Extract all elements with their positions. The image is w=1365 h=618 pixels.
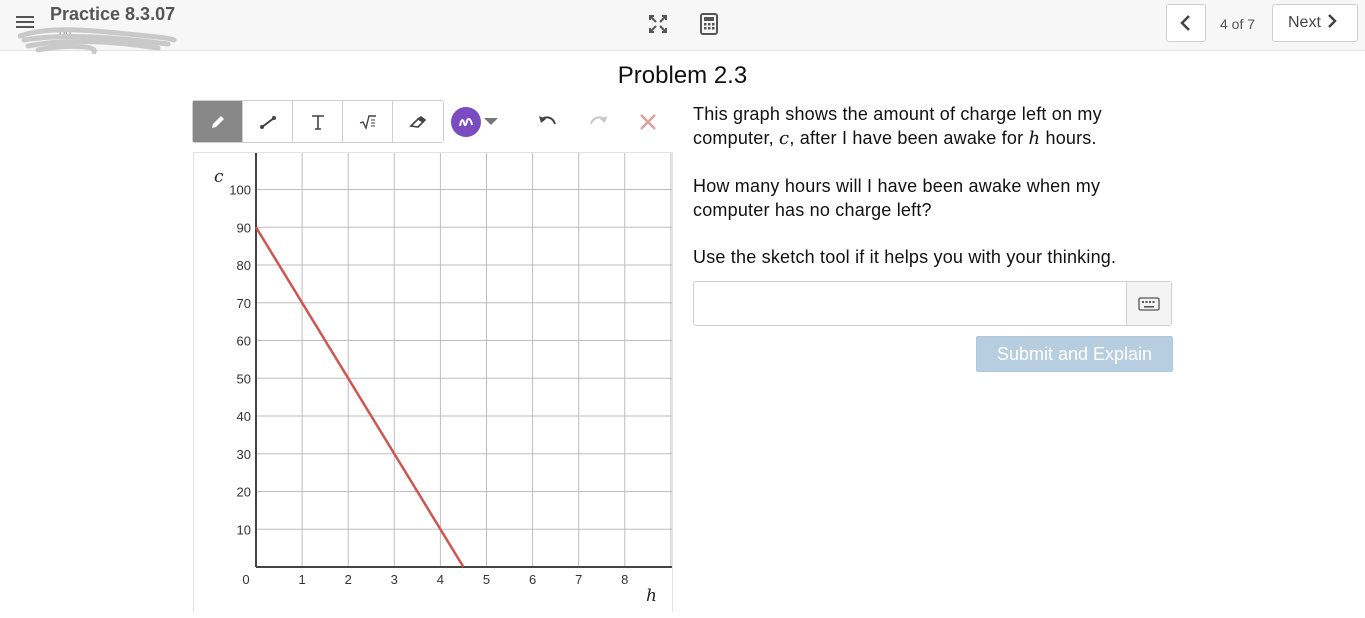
math-keyboard-button[interactable] [1126,282,1171,325]
clear-icon [640,114,656,130]
sketch-toolbar [192,100,444,143]
x-tick-label: 8 [621,572,628,587]
pencil-tool-button[interactable] [193,101,243,142]
question-text-part: hours. [1045,128,1097,148]
previous-button[interactable] [1166,4,1206,42]
answer-input[interactable] [694,282,1126,325]
graph-panel[interactable]: 0 1 2 3 4 5 6 7 8 10 20 30 40 50 60 70 80 90 100 c h [193,152,673,612]
color-dropdown-caret-icon[interactable] [484,118,498,125]
y-tick-label: 80 [237,258,251,273]
y-tick-label: 90 [237,220,251,235]
answer-field [693,281,1172,326]
redaction-scribble [18,27,177,54]
chevron-right-icon [1328,14,1338,28]
top-bar: Practice 8.3.07 ...on 4 of 7 Next [0,0,1365,54]
y-tick-label: 50 [237,371,251,386]
x-tick-label: 5 [483,572,490,587]
question-paragraph-1: This graph shows the amount of charge le… [693,102,1163,151]
x-tick-label: 6 [529,572,536,587]
page-counter: 4 of 7 [1220,16,1256,32]
math-tool-button[interactable] [343,101,393,142]
question-text: This graph shows the amount of charge le… [693,102,1163,292]
x-tick-label: 7 [575,572,582,587]
text-tool-button[interactable] [293,101,343,142]
next-button[interactable]: Next [1272,4,1358,42]
x-axis-label: h [646,586,657,606]
line-icon [259,115,276,129]
x-tick-label: 0 [242,572,249,587]
activity-title: Practice 8.3.07 [50,4,176,24]
keyboard-icon [1138,296,1160,311]
y-tick-label: 30 [237,447,251,462]
question-text-part: , after I have been awake for [789,128,1024,148]
eraser-icon [409,115,427,128]
next-label: Next [1288,14,1321,31]
redo-icon [590,116,607,125]
undo-icon[interactable] [536,110,560,134]
y-tick-label: 20 [237,485,251,500]
pencil-icon [211,115,224,128]
x-tick-label: 1 [298,572,305,587]
eraser-tool-button[interactable] [393,101,443,142]
x-tick-label: 3 [391,572,398,587]
problem-title: Problem 2.3 [617,62,748,89]
expand-icon[interactable] [647,12,669,36]
line-tool-button[interactable] [243,101,293,142]
x-tick-label: 2 [345,572,352,587]
math-icon [359,114,376,130]
y-tick-label: 70 [237,296,251,311]
y-axis-label: c [214,167,224,187]
y-tick-label: 10 [237,522,251,537]
y-tick-label: 40 [237,409,251,424]
text-icon [311,114,324,130]
question-paragraph-2: How many hours will I have been awake wh… [693,176,1101,220]
chevron-left-icon [1180,15,1190,31]
pen-color-button[interactable] [451,107,481,137]
calculator-icon[interactable] [698,12,720,36]
variable-h: h [1028,128,1041,149]
data-line [254,226,465,568]
variable-c: c [779,128,790,149]
question-paragraph-3: Use the sketch tool if it helps you with… [693,247,1117,267]
submit-and-explain-button[interactable]: Submit and Explain [976,336,1173,372]
y-tick-label: 100 [229,183,251,198]
x-tick-label: 4 [437,572,444,587]
y-tick-label: 60 [237,334,251,349]
line-chart: 0 1 2 3 4 5 6 7 8 10 20 30 40 50 60 70 80 90 100 c h [214,153,672,606]
sketch-pen-icon [459,117,473,127]
